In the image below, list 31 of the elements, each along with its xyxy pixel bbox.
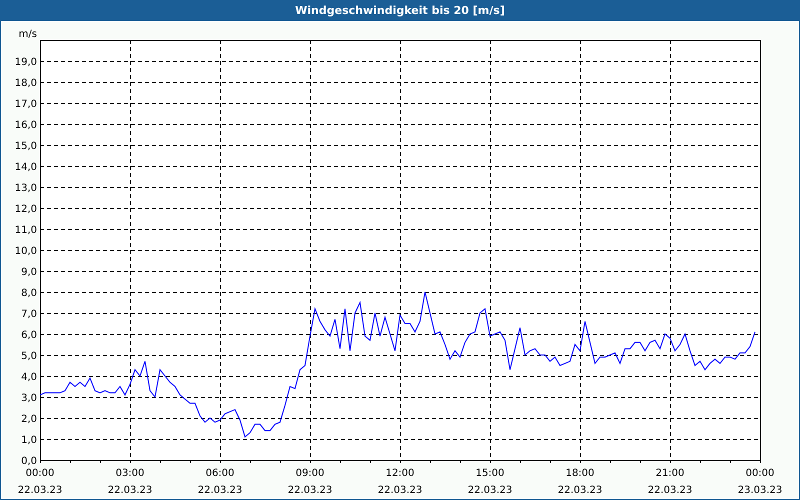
- x-tick-label: 18:00 22.03.23: [558, 468, 602, 496]
- y-tick-label: 12,0: [14, 204, 37, 215]
- y-axis-unit: m/s: [18, 29, 37, 40]
- y-tick-label: 10,0: [14, 246, 37, 257]
- y-tick-label: 3,0: [21, 393, 37, 404]
- x-tick-label: 12:00 22.03.23: [378, 468, 422, 496]
- y-tick-label: 5,0: [21, 351, 37, 362]
- y-tick-label: 6,0: [21, 330, 37, 341]
- y-tick-label: 19,0: [14, 57, 37, 68]
- y-tick-label: 4,0: [21, 372, 37, 383]
- x-tick-label: 00:00 22.03.23: [18, 468, 62, 496]
- y-tick-label: 13,0: [14, 183, 37, 194]
- window-title: Windgeschwindigkeit bis 20 [m/s]: [1, 1, 799, 21]
- y-tick-label: 2,0: [21, 414, 37, 425]
- y-tick-label: 16,0: [14, 120, 37, 131]
- y-tick-label: 17,0: [14, 99, 37, 110]
- x-tick-label: 06:00 22.03.23: [198, 468, 242, 496]
- y-tick-label: 9,0: [21, 267, 37, 278]
- y-tick-label: 8,0: [21, 288, 37, 299]
- x-tick-label: 00:00 23.03.23: [738, 468, 782, 496]
- y-tick-label: 1,0: [21, 435, 37, 446]
- y-tick-label: 15,0: [14, 141, 37, 152]
- x-tick-label: 15:00 22.03.23: [468, 468, 512, 496]
- y-tick-label: 7,0: [21, 309, 37, 320]
- x-tick-label: 21:00 22.03.23: [648, 468, 692, 496]
- y-tick-label: 14,0: [14, 162, 37, 173]
- y-tick-label: 18,0: [14, 78, 37, 89]
- x-tick-label: 03:00 22.03.23: [108, 468, 152, 496]
- y-tick-label: 11,0: [14, 225, 37, 236]
- y-tick-label: 0,0: [21, 456, 37, 467]
- x-tick-label: 09:00 22.03.23: [288, 468, 332, 496]
